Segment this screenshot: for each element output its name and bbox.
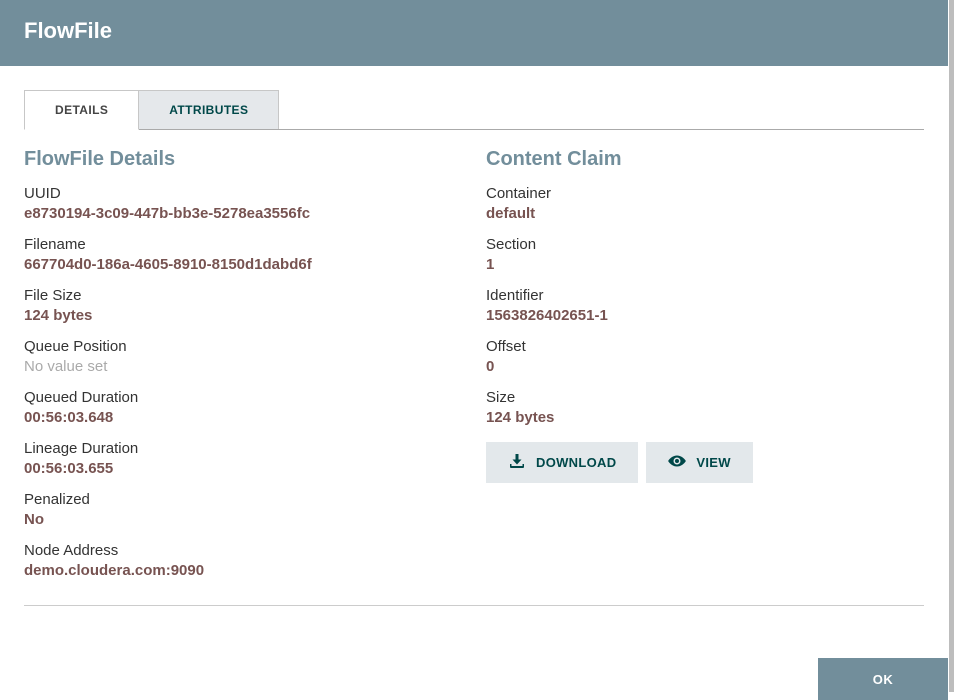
queue-position-label: Queue Position [24,338,462,355]
queued-duration-value: 00:56:03.648 [24,409,462,426]
size-label: Size [486,389,924,406]
section-value: 1 [486,256,924,273]
identifier-field: Identifier 1563826402651-1 [486,287,924,324]
queue-position-value: No value set [24,358,462,375]
penalized-value: No [24,511,462,528]
size-value: 124 bytes [486,409,924,426]
filesize-label: File Size [24,287,462,304]
tab-attributes-label: ATTRIBUTES [169,103,248,117]
content-claim-column: Content Claim Container default Section … [486,148,924,593]
size-field: Size 124 bytes [486,389,924,426]
flowfile-details-column: FlowFile Details UUID e8730194-3c09-447b… [24,148,462,593]
dialog-footer: OK [818,658,948,700]
penalized-label: Penalized [24,491,462,508]
filesize-field: File Size 124 bytes [24,287,462,324]
queue-position-field: Queue Position No value set [24,338,462,375]
tab-details-label: DETAILS [55,103,108,117]
filename-field: Filename 667704d0-186a-4605-8910-8150d1d… [24,236,462,273]
lineage-duration-field: Lineage Duration 00:56:03.655 [24,440,462,477]
download-label: DOWNLOAD [536,455,616,470]
lineage-duration-label: Lineage Duration [24,440,462,457]
section-field: Section 1 [486,236,924,273]
tab-bar: DETAILS ATTRIBUTES [24,90,924,130]
download-button[interactable]: DOWNLOAD [486,442,638,483]
view-button[interactable]: VIEW [646,442,752,483]
uuid-value: e8730194-3c09-447b-bb3e-5278ea3556fc [24,205,462,222]
dialog-body: DETAILS ATTRIBUTES FlowFile Details UUID… [0,66,948,630]
flowfile-details-title: FlowFile Details [24,148,462,171]
offset-value: 0 [486,358,924,375]
flowfile-dialog: FlowFile DETAILS ATTRIBUTES FlowFile Det… [0,0,954,700]
container-field: Container default [486,185,924,222]
filename-value: 667704d0-186a-4605-8910-8150d1dabd6f [24,256,462,273]
node-address-value: demo.cloudera.com:9090 [24,562,462,579]
scrollbar-track [948,0,954,700]
container-label: Container [486,185,924,202]
filesize-value: 124 bytes [24,307,462,324]
lineage-duration-value: 00:56:03.655 [24,460,462,477]
content-claim-title: Content Claim [486,148,924,171]
node-address-field: Node Address demo.cloudera.com:9090 [24,542,462,579]
identifier-value: 1563826402651-1 [486,307,924,324]
node-address-label: Node Address [24,542,462,559]
penalized-field: Penalized No [24,491,462,528]
identifier-label: Identifier [486,287,924,304]
container-value: default [486,205,924,222]
uuid-label: UUID [24,185,462,202]
ok-button[interactable]: OK [818,658,948,700]
offset-label: Offset [486,338,924,355]
queued-duration-field: Queued Duration 00:56:03.648 [24,389,462,426]
scrollbar-thumb[interactable] [949,0,954,692]
offset-field: Offset 0 [486,338,924,375]
queued-duration-label: Queued Duration [24,389,462,406]
download-icon [508,453,526,472]
eye-icon [668,453,686,472]
content-actions: DOWNLOAD VIEW [486,442,924,483]
uuid-field: UUID e8730194-3c09-447b-bb3e-5278ea3556f… [24,185,462,222]
ok-label: OK [873,672,894,687]
view-label: VIEW [696,455,730,470]
tab-attributes[interactable]: ATTRIBUTES [139,90,279,129]
section-label: Section [486,236,924,253]
dialog-title: FlowFile [24,18,112,43]
filename-label: Filename [24,236,462,253]
tab-details[interactable]: DETAILS [24,90,139,130]
section-divider [24,605,924,606]
details-content: FlowFile Details UUID e8730194-3c09-447b… [24,148,924,593]
dialog-header: FlowFile [0,0,948,66]
